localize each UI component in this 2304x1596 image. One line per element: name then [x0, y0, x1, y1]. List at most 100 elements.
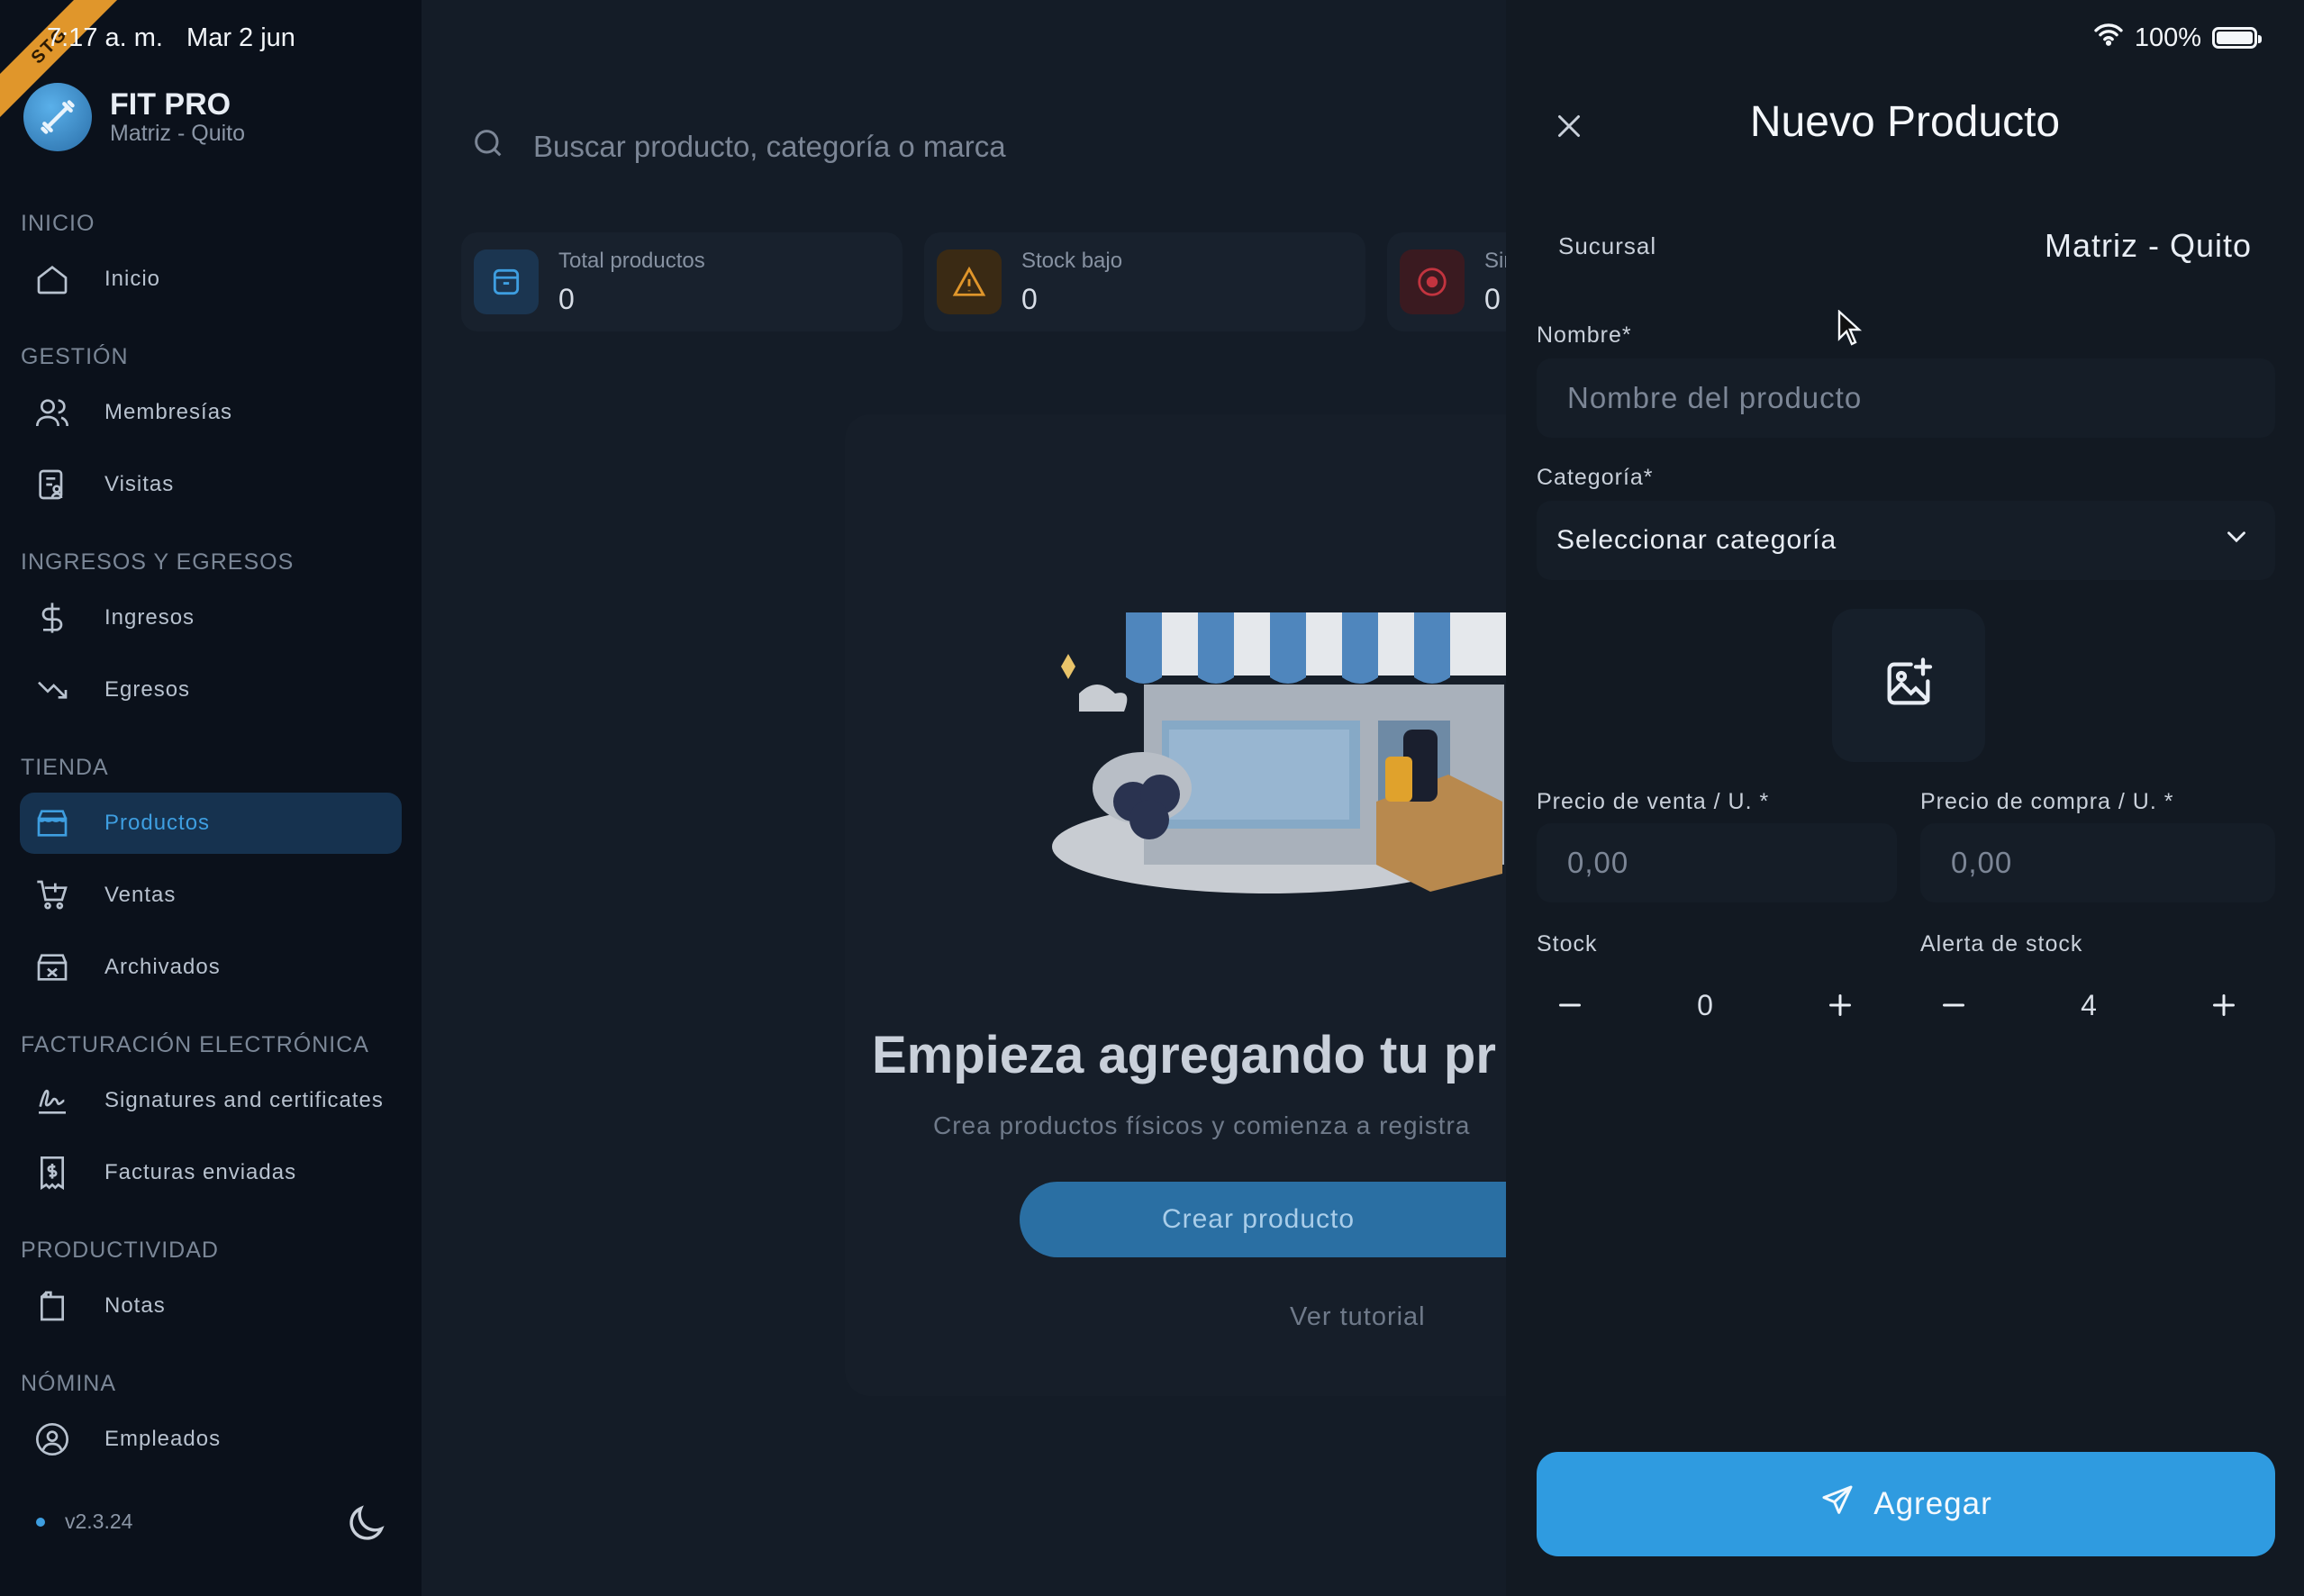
sidebar-item-facturas[interactable]: Facturas enviadas — [20, 1142, 402, 1203]
minus-icon[interactable] — [1931, 983, 1976, 1028]
sidebar-item-label: Archivados — [104, 955, 221, 979]
sidebar: STG FIT PRO Matriz - Quito INICIO Inicio… — [0, 0, 422, 1596]
section-productividad: PRODUCTIVIDAD — [21, 1238, 219, 1263]
add-product-button[interactable]: Agregar — [1537, 1452, 2275, 1556]
status-date: Mar 2 jun — [186, 23, 295, 52]
store-illustration — [1043, 558, 1506, 905]
branch-label: Sucursal — [1558, 231, 1657, 259]
empty-state-subtitle: Crea productos físicos y comienza a regi… — [933, 1111, 1471, 1139]
panel-title: Nuevo Producto — [1749, 98, 2061, 146]
stat-value: 0 — [558, 282, 575, 315]
archived-store-icon — [32, 948, 72, 987]
product-name-field[interactable]: Nombre del producto — [1537, 358, 2275, 438]
dumbbell-logo-icon — [23, 83, 92, 151]
sidebar-item-label: Ingresos — [104, 605, 195, 630]
sidebar-item-visitas[interactable]: Visitas — [20, 454, 402, 515]
sidebar-item-label: Membresías — [104, 400, 233, 424]
sidebar-item-label: Notas — [104, 1293, 166, 1318]
cart-icon — [32, 875, 72, 915]
image-add-icon — [1880, 655, 1937, 717]
name-label: Nombre* — [1537, 322, 1632, 348]
sidebar-item-label: Empleados — [104, 1427, 222, 1451]
version-label: v2.3.24 — [65, 1510, 133, 1533]
section-ingresos-egresos: INGRESOS Y EGRESOS — [21, 549, 295, 575]
brand-name: FIT PRO — [110, 87, 231, 122]
sidebar-item-label: Egresos — [104, 677, 191, 702]
empty-state-title: Empieza agregando tu pr — [872, 1026, 1496, 1084]
add-product-label: Agregar — [1873, 1486, 1992, 1521]
image-upload-button[interactable] — [1832, 609, 1985, 762]
sidebar-item-membresias[interactable]: Membresías — [20, 382, 402, 443]
stat-value: 0 — [1484, 282, 1501, 315]
sidebar-item-label: Visitas — [104, 472, 175, 496]
users-icon — [32, 393, 72, 432]
sidebar-item-label: Signatures and certificates — [104, 1088, 384, 1112]
section-inicio: INICIO — [21, 211, 95, 236]
brand[interactable]: FIT PRO Matriz - Quito — [23, 83, 245, 151]
version-dot — [36, 1517, 45, 1527]
trending-down-icon — [32, 670, 72, 710]
sidebar-item-ingresos[interactable]: Ingresos — [20, 587, 402, 648]
sidebar-item-label: Facturas enviadas — [104, 1160, 297, 1184]
status-bar-right: 100% — [2093, 22, 2262, 54]
chevron-down-icon — [2221, 521, 2252, 559]
branch-row: Sucursal Matriz - Quito — [1558, 227, 2252, 265]
plus-icon[interactable] — [1818, 983, 1863, 1028]
sidebar-item-inicio[interactable]: Inicio — [20, 249, 402, 310]
receipt-icon — [32, 1153, 72, 1192]
box-icon — [474, 249, 539, 314]
section-tienda: TIENDA — [21, 755, 109, 780]
stock-value: 0 — [1697, 988, 1713, 1021]
stock-stepper[interactable]: 0 — [1529, 967, 1881, 1043]
search-input[interactable]: Buscar producto, categoría o marca — [533, 130, 1006, 164]
section-gestion: GESTIÓN — [21, 344, 129, 369]
cost-price-field[interactable]: 0,00 — [1920, 823, 2275, 902]
stat-value: 0 — [1021, 282, 1038, 315]
sidebar-item-signatures[interactable]: Signatures and certificates — [20, 1070, 402, 1131]
category-select[interactable]: Seleccionar categoría — [1537, 501, 2275, 580]
stock-alert-value: 4 — [2081, 988, 2097, 1021]
brand-branch: Matriz - Quito — [110, 121, 246, 146]
home-icon — [32, 259, 72, 299]
product-search[interactable]: Buscar producto, categoría o marca — [461, 108, 1488, 186]
stock-label: Stock — [1537, 931, 1598, 957]
branch-value: Matriz - Quito — [2044, 227, 2252, 264]
no-stock-icon — [1400, 249, 1465, 314]
dollar-icon — [32, 598, 72, 638]
moon-icon[interactable] — [342, 1501, 389, 1552]
battery-icon — [2212, 27, 2262, 49]
plus-icon[interactable] — [2201, 983, 2246, 1028]
stock-alert-label: Alerta de stock — [1920, 931, 2083, 957]
stat-label: Total productos — [558, 248, 705, 273]
category-value: Seleccionar categoría — [1556, 525, 1837, 555]
stat-out-of-stock: Sin 0 — [1387, 232, 1506, 331]
mouse-cursor-icon — [1837, 309, 1863, 350]
stat-label: Sin — [1484, 248, 1506, 273]
sidebar-item-productos[interactable]: Productos — [20, 793, 402, 854]
section-facturacion: FACTURACIÓN ELECTRÓNICA — [21, 1032, 369, 1057]
sidebar-item-notas[interactable]: Notas — [20, 1275, 402, 1337]
sidebar-item-ventas[interactable]: Ventas — [20, 865, 402, 926]
app-root: STG FIT PRO Matriz - Quito INICIO Inicio… — [0, 0, 2304, 1596]
signature-icon — [32, 1081, 72, 1120]
status-time: 7:17 a. m. — [47, 23, 163, 52]
sidebar-item-label: Ventas — [104, 883, 177, 907]
sidebar-item-archivados[interactable]: Archivados — [20, 937, 402, 998]
app-version: v2.3.24 — [36, 1510, 132, 1534]
sale-price-field[interactable]: 0,00 — [1537, 823, 1897, 902]
stock-alert-stepper[interactable]: 4 — [1913, 967, 2264, 1043]
wifi-icon — [2093, 22, 2124, 54]
visit-log-icon — [32, 465, 72, 504]
new-product-panel: Nuevo Producto Sucursal Matriz - Quito N… — [1506, 0, 2304, 1596]
products-main: Buscar producto, categoría o marca Total… — [422, 0, 1506, 1596]
sidebar-item-egresos[interactable]: Egresos — [20, 659, 402, 721]
search-icon — [470, 125, 506, 168]
section-nomina: NÓMINA — [21, 1371, 116, 1396]
tutorial-link[interactable]: Ver tutorial — [1290, 1302, 1426, 1332]
category-label: Categoría* — [1537, 465, 1654, 490]
sidebar-item-empleados[interactable]: Empleados — [20, 1409, 402, 1470]
stat-label: Stock bajo — [1021, 248, 1123, 273]
store-icon — [32, 803, 72, 843]
create-product-button[interactable]: Crear producto — [1020, 1182, 1506, 1257]
minus-icon[interactable] — [1547, 983, 1592, 1028]
